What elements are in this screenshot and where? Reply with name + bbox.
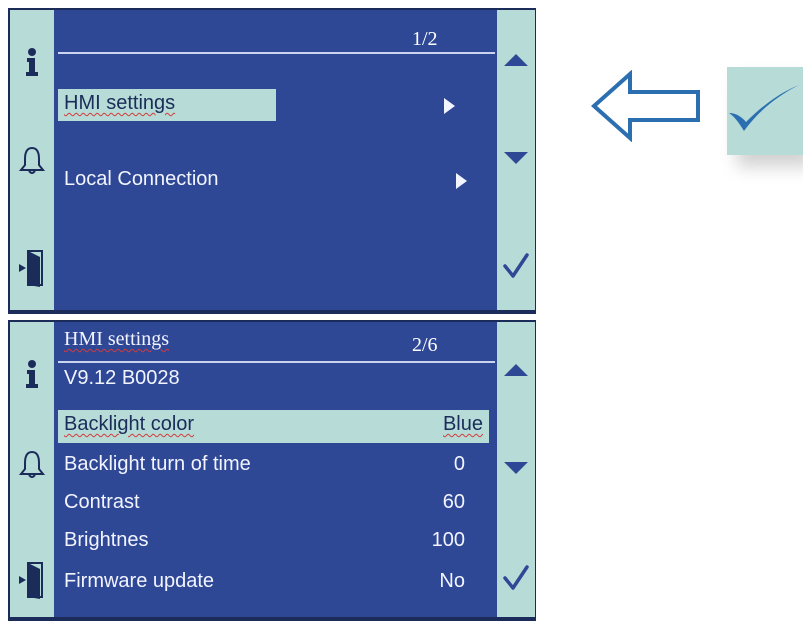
setting-value: Blue [442,413,483,435]
setting-row-backlight-color[interactable]: Backlight color Blue [58,410,489,443]
exit-door-icon[interactable] [10,558,54,602]
info-icon[interactable] [10,40,54,84]
right-button-bar [497,322,535,617]
scroll-down-icon [504,462,528,474]
chevron-right-icon [456,173,467,189]
setting-row-contrast[interactable]: Contrast 60 [58,488,489,518]
setting-label: Brightnes [64,529,149,551]
check-icon [729,85,799,131]
right-button-bar [497,10,535,310]
check-icon [503,565,529,590]
setting-value: No [439,570,465,592]
setting-value: 0 [453,453,465,475]
exit-door-icon[interactable] [10,246,54,290]
chevron-right-icon [444,98,455,114]
scroll-down-icon [504,152,528,164]
scroll-down-button[interactable] [497,138,535,178]
firmware-version: V9.12 B0028 [64,367,180,389]
header-divider [58,52,495,54]
setting-row-firmware-update[interactable]: Firmware update No [58,567,489,597]
hmi-screen-main-menu: 1/2 HMI settings Local Connection [8,8,536,314]
info-icon[interactable] [10,352,54,396]
screen-area: 1/2 HMI settings Local Connection [54,10,497,310]
menu-item-local-connection[interactable]: Local Connection [58,165,489,195]
scroll-up-icon [504,54,528,66]
bell-icon[interactable] [10,442,54,486]
confirm-button[interactable] [497,558,535,598]
header-divider [58,361,495,363]
screen-area: HMI settings 2/6 V9.12 B0028 Backlight c… [54,322,497,617]
scroll-down-button[interactable] [497,448,535,488]
setting-row-backlight-off-time[interactable]: Backlight turn of time 0 [58,450,489,480]
left-icon-bar [10,10,54,310]
setting-row-brightness[interactable]: Brightnes 100 [58,526,489,556]
left-arrow-icon [590,69,702,147]
setting-label: Backlight color [64,413,195,435]
menu-item-hmi-settings[interactable]: HMI settings [58,89,276,121]
confirm-button[interactable] [497,246,535,286]
left-icon-bar [10,322,54,617]
confirm-key-callout [727,67,803,155]
scroll-up-icon [504,364,528,376]
bell-icon[interactable] [10,138,54,182]
setting-value: 60 [442,491,465,513]
setting-label: Backlight turn of time [64,453,251,475]
setting-label: Contrast [64,491,140,513]
hmi-screen-settings: HMI settings 2/6 V9.12 B0028 Backlight c… [8,320,536,621]
page-indicator: 2/6 [412,334,438,356]
scroll-up-button[interactable] [497,350,535,390]
setting-value: 100 [431,529,465,551]
screen-title: HMI settings [64,328,169,350]
scroll-up-button[interactable] [497,40,535,80]
menu-item-label: Local Connection [64,168,219,190]
menu-item-label: HMI settings [64,92,176,114]
page-indicator: 1/2 [412,28,438,50]
setting-label: Firmware update [64,570,215,592]
check-icon [503,253,529,278]
